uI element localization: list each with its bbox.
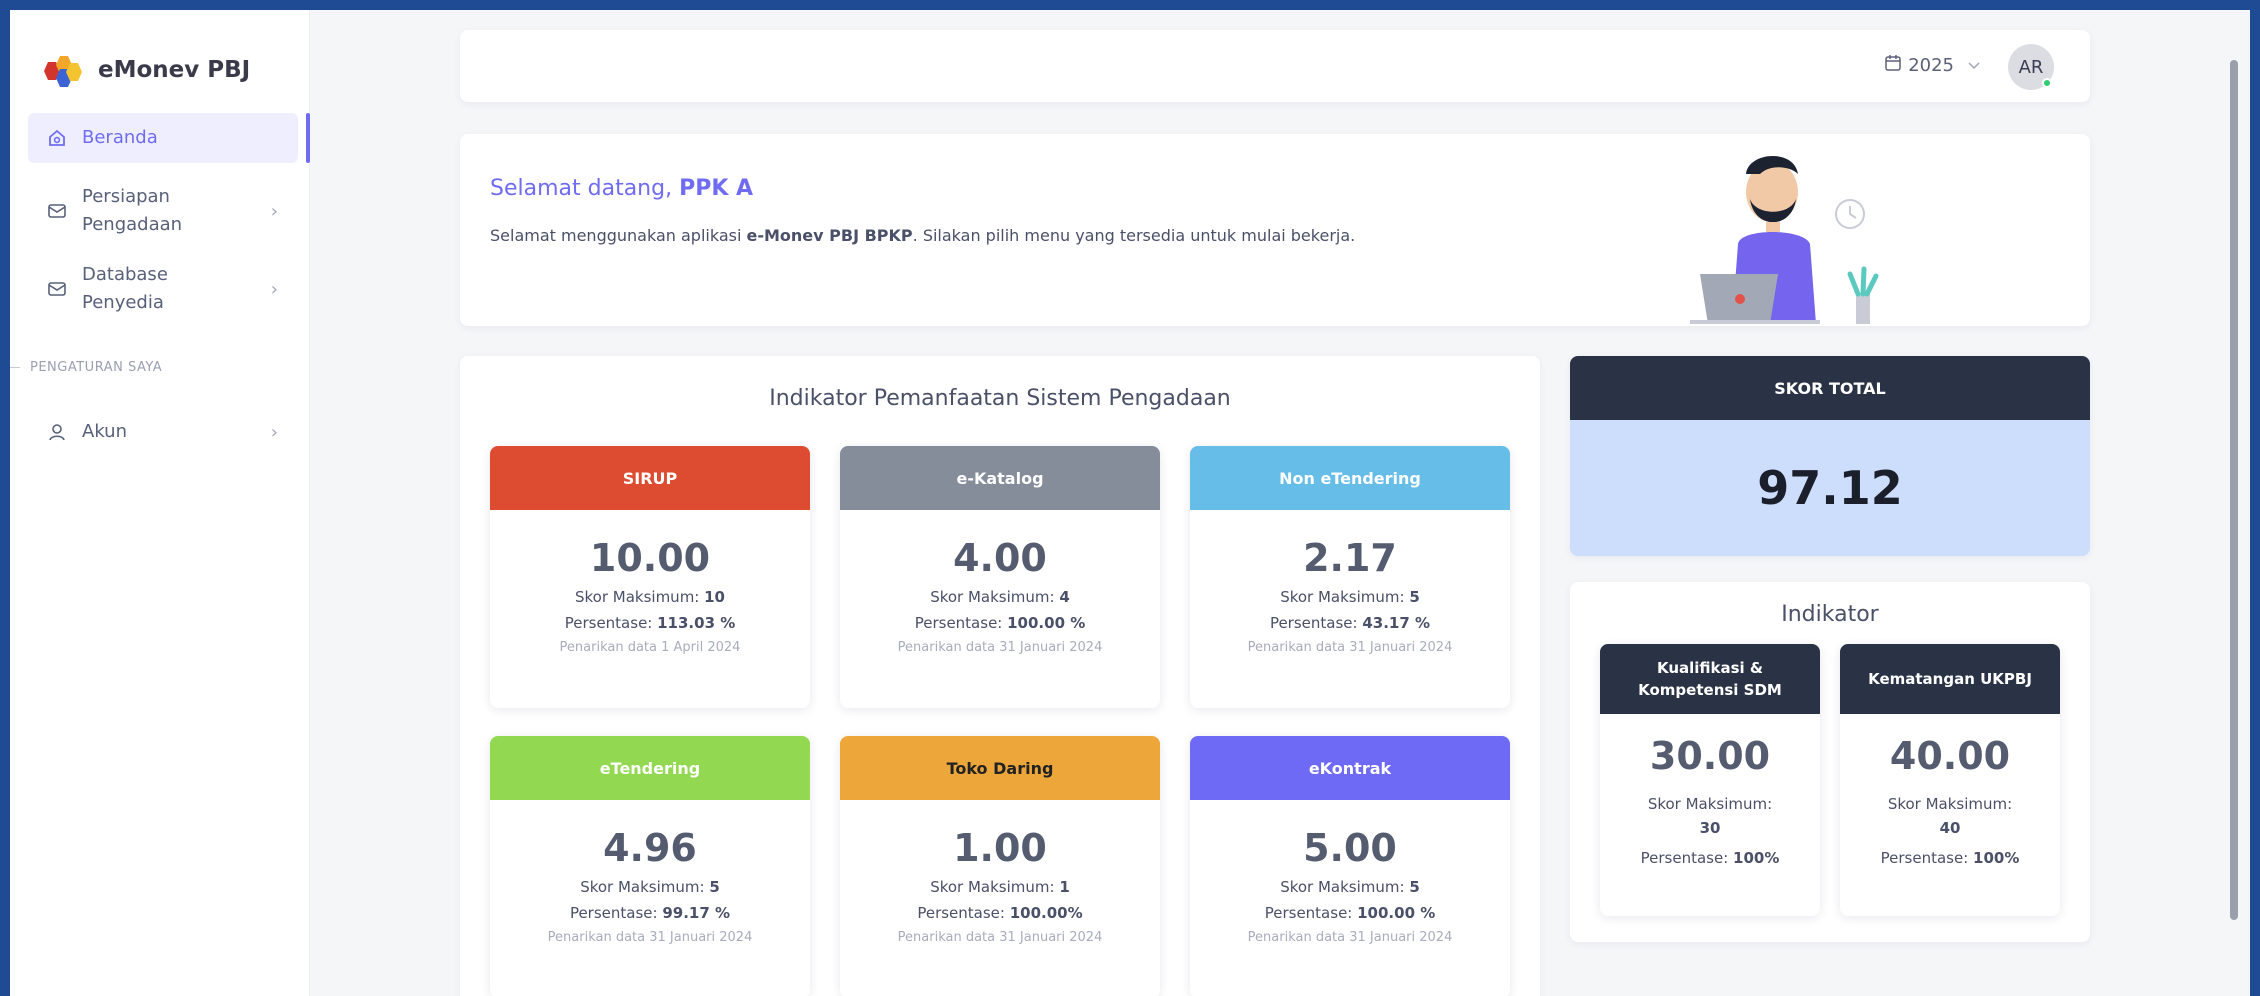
indikator-percent: Persentase: 100%	[1880, 849, 2020, 867]
year-value: 2025	[1908, 55, 1954, 76]
app-logo[interactable]: eMonev PBJ	[44, 54, 251, 87]
mail-icon	[46, 200, 68, 222]
metric-card-sirup: SIRUP 10.00 Skor Maksimum: 10 Persentase…	[490, 446, 810, 708]
sidebar-item-label: Akun	[82, 421, 127, 442]
metric-max: Skor Maksimum: 10	[574, 588, 725, 606]
indikator-max: Skor Maksimum: 40	[1887, 795, 2013, 837]
metric-score: 2.17	[1303, 536, 1397, 580]
user-name: PPK A	[679, 176, 754, 201]
indikator-max: Skor Maksimum: 30	[1647, 795, 1773, 837]
welcome-text: Selamat menggunakan aplikasi e-Monev PBJ…	[490, 226, 1356, 245]
chevron-right-icon: ›	[270, 278, 278, 300]
mail-icon	[46, 278, 68, 300]
scrollbar-thumb[interactable]	[2230, 60, 2238, 920]
indikator-header: Kematangan UKPBJ	[1840, 644, 2060, 714]
sidebar-item-persiapan-pengadaan[interactable]: Persiapan Pengadaan ›	[28, 178, 298, 244]
metric-max: Skor Maksimum: 5	[580, 878, 720, 896]
indicator-title: Indikator Pemanfaatan Sistem Pengadaan	[769, 386, 1231, 411]
metric-card-etendering: eTendering 4.96 Skor Maksimum: 5 Persent…	[490, 736, 810, 996]
metric-score: 4.00	[953, 536, 1047, 580]
sidebar-item-database-penyedia[interactable]: Database Penyedia ›	[28, 256, 298, 322]
year-selector[interactable]: 2025	[1884, 54, 1980, 77]
sidebar-item-label: Beranda	[82, 127, 158, 148]
indikator-kualifikasi-card: Kualifikasi & Kompetensi SDM 30.00 Skor …	[1600, 644, 1820, 916]
calendar-icon	[1884, 54, 1902, 77]
indikator-kematangan-card: Kematangan UKPBJ 40.00 Skor Maksimum: 40 …	[1840, 644, 2060, 916]
metric-percent: Persentase: 100.00 %	[914, 614, 1086, 632]
active-indicator	[306, 113, 310, 163]
metric-max: Skor Maksimum: 5	[1280, 878, 1420, 896]
metric-card-non-etendering: Non eTendering 2.17 Skor Maksimum: 5 Per…	[1190, 446, 1510, 708]
metric-score: 4.96	[603, 826, 697, 870]
section-label: PENGATURAN SAYA	[10, 360, 162, 375]
indikator-score: 40.00	[1889, 734, 2011, 778]
metric-note: Penarikan data 31 Januari 2024	[547, 930, 753, 945]
total-score-value: 97.12	[1570, 420, 2090, 556]
metric-percent: Persentase: 99.17 %	[569, 904, 731, 922]
home-icon	[46, 127, 68, 149]
indicator-utilization-card: Indikator Pemanfaatan Sistem Pengadaan S…	[460, 356, 1540, 996]
metric-note: Penarikan data 31 Januari 2024	[1247, 640, 1453, 655]
sidebar-item-label: Persiapan	[82, 186, 170, 207]
indikator-header: Kualifikasi & Kompetensi SDM	[1600, 644, 1820, 714]
metric-note: Penarikan data 31 Januari 2024	[897, 930, 1103, 945]
metric-note: Penarikan data 31 Januari 2024	[897, 640, 1103, 655]
chevron-right-icon: ›	[270, 200, 278, 222]
metric-score: 5.00	[1303, 826, 1397, 870]
indikator-score: 30.00	[1649, 734, 1771, 778]
chevron-right-icon: ›	[270, 421, 278, 443]
metric-header: SIRUP	[490, 446, 810, 510]
metric-percent: Persentase: 100.00 %	[1264, 904, 1436, 922]
metric-header: e-Katalog	[840, 446, 1160, 510]
metric-card-ekontrak: eKontrak 5.00 Skor Maksimum: 5 Persentas…	[1190, 736, 1510, 996]
user-icon	[46, 421, 68, 443]
indikator-title: Indikator	[1781, 602, 1879, 627]
sidebar-item-label: Database	[82, 264, 168, 285]
metric-header: Toko Daring	[840, 736, 1160, 800]
metric-note: Penarikan data 31 Januari 2024	[1247, 930, 1453, 945]
metric-max: Skor Maksimum: 1	[930, 878, 1070, 896]
metric-percent: Persentase: 113.03 %	[564, 614, 736, 632]
chevron-down-icon	[1968, 58, 1980, 74]
metric-header: eKontrak	[1190, 736, 1510, 800]
metric-card-toko-daring: Toko Daring 1.00 Skor Maksimum: 1 Persen…	[840, 736, 1160, 996]
metric-header: eTendering	[490, 736, 810, 800]
metric-header: Non eTendering	[1190, 446, 1510, 510]
metric-percent: Persentase: 100.00%	[917, 904, 1083, 922]
avatar-initials: AR	[2018, 56, 2044, 78]
welcome-card: Selamat datang, PPK A Selamat menggunaka…	[460, 134, 2090, 326]
metric-max: Skor Maksimum: 4	[930, 588, 1070, 606]
sidebar-item-label: Penyedia	[82, 292, 164, 313]
metric-max: Skor Maksimum: 5	[1280, 588, 1420, 606]
sidebar: eMonev PBJ Beranda Persiapan Pengadaan ›	[10, 10, 310, 996]
app-name: eMonev PBJ	[98, 57, 251, 83]
indikator-card: Indikator Kualifikasi & Kompetensi SDM 3…	[1570, 582, 2090, 942]
topbar: 2025 AR	[460, 30, 2090, 102]
metric-score: 10.00	[589, 536, 711, 580]
developer-illustration	[1660, 144, 1880, 324]
metric-percent: Persentase: 43.17 %	[1269, 614, 1431, 632]
metric-card-ekatalog: e-Katalog 4.00 Skor Maksimum: 4 Persenta…	[840, 446, 1160, 708]
total-score-label: SKOR TOTAL	[1570, 356, 2090, 420]
sidebar-item-akun[interactable]: Akun ›	[28, 410, 298, 454]
logo-icon	[44, 54, 84, 87]
sidebar-item-beranda[interactable]: Beranda	[28, 113, 298, 163]
metric-score: 1.00	[953, 826, 1047, 870]
app-frame: eMonev PBJ Beranda Persiapan Pengadaan ›	[10, 10, 2250, 996]
app-name-bold: e-Monev PBJ BPKP	[746, 226, 913, 245]
indikator-percent: Persentase: 100%	[1640, 849, 1780, 867]
sidebar-item-label: Pengadaan	[82, 214, 183, 235]
metric-note: Penarikan data 1 April 2024	[559, 640, 741, 655]
welcome-heading: Selamat datang, PPK A	[490, 176, 754, 201]
total-score-card: SKOR TOTAL 97.12	[1570, 356, 2090, 556]
avatar[interactable]: AR	[2008, 44, 2054, 90]
online-status-dot	[2042, 78, 2052, 88]
